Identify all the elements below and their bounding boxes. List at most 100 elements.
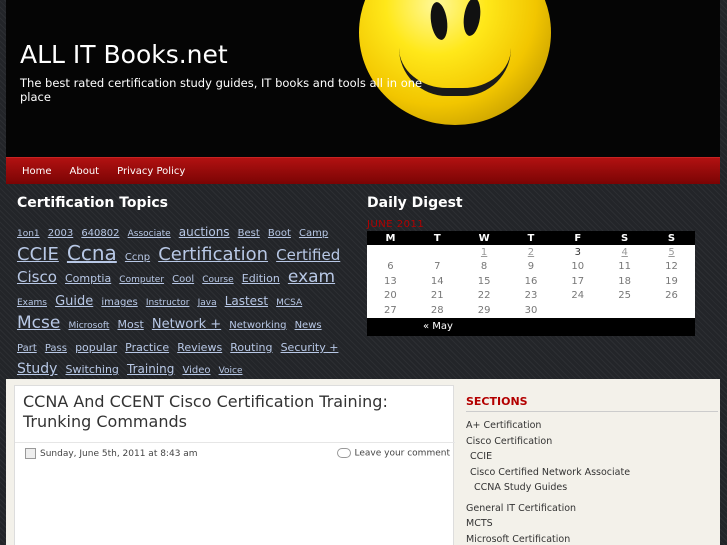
certification-topics-widget: Certification Topics 1on1 2003 640802 As… <box>17 195 352 381</box>
tag-link[interactable]: Mcse <box>17 313 60 333</box>
calendar-day <box>367 245 414 260</box>
sections-title: SECTIONS <box>466 395 718 412</box>
tag-link[interactable]: Pass <box>45 343 67 354</box>
tag-link[interactable]: Computer <box>119 275 164 285</box>
tag-link[interactable]: Boot <box>268 228 291 239</box>
sections-item[interactable]: MCTS <box>466 517 718 533</box>
calendar-day: 21 <box>413 288 461 303</box>
tag-link[interactable]: Certified <box>276 246 340 264</box>
tag-link[interactable]: Cool <box>172 274 194 285</box>
calendar-day: 10 <box>554 259 602 274</box>
calendar-day: 8 <box>460 259 508 274</box>
tag-link[interactable]: exam <box>288 267 335 287</box>
tag-link[interactable]: Associate <box>128 229 171 239</box>
sections-item[interactable]: General IT Certification <box>466 502 718 518</box>
tag-link[interactable]: Video <box>182 365 210 376</box>
nav-about[interactable]: About <box>70 166 100 177</box>
tag-link[interactable]: Ccna <box>67 241 117 265</box>
tag-link[interactable]: Voice <box>219 366 243 376</box>
tag-link[interactable]: Comptia <box>65 272 111 285</box>
sections-item[interactable]: CCIE <box>466 450 718 466</box>
calendar-day: 29 <box>460 303 508 318</box>
tag-link[interactable]: 2003 <box>48 228 73 239</box>
tag-link[interactable]: 1on1 <box>17 229 40 239</box>
calendar-day: 20 <box>367 288 414 303</box>
tag-link[interactable]: auctions <box>179 225 230 239</box>
calendar-day: 19 <box>648 274 695 289</box>
tag-link[interactable]: Training <box>127 362 174 376</box>
tag-link[interactable]: Edition <box>242 272 280 285</box>
tag-link[interactable]: Course <box>202 275 233 285</box>
calendar-day <box>601 303 649 318</box>
tag-link[interactable]: Camp <box>299 228 328 239</box>
tag-link[interactable]: Guide <box>55 294 93 309</box>
calendar-day[interactable]: 4 <box>601 245 649 260</box>
sections-item[interactable]: Cisco Certification <box>466 435 718 451</box>
calendar-table: MTWTFSS 1 2 3 4 5 6 7 8 9 10 11 12 13 14 15 16 17 18 19 20 2… <box>367 231 695 336</box>
tag-link[interactable]: images <box>101 297 137 308</box>
leave-comment-link[interactable]: Leave your comment <box>355 449 451 459</box>
post-title[interactable]: CCNA And CCENT Cisco Certification Train… <box>23 392 443 432</box>
sections-item[interactable]: Microsoft Certification <box>466 533 718 545</box>
tag-cloud: 1on1 2003 640802 Associate auctions Best… <box>17 221 352 381</box>
tag-link[interactable]: Most <box>118 318 144 331</box>
site-header: ALL IT Books.net The best rated certific… <box>6 0 720 157</box>
calendar-day: 22 <box>460 288 508 303</box>
tag-link[interactable]: Cisco <box>17 268 57 286</box>
tag-link[interactable]: Microsoft <box>68 321 109 331</box>
tag-link[interactable]: Routing <box>230 341 272 354</box>
calendar-day: 18 <box>601 274 649 289</box>
tag-link[interactable]: Exams <box>17 298 47 308</box>
calendar-day <box>413 245 461 260</box>
calendar-icon <box>25 448 36 459</box>
tag-link[interactable]: News <box>295 320 322 331</box>
sections-list: A+ Certification Cisco Certification CCIE C… <box>466 419 718 545</box>
calendar-day: 7 <box>413 259 461 274</box>
sections-item[interactable]: Cisco Certified Network Associate <box>466 466 718 482</box>
sections-sidebar: SECTIONS A+ Certification Cisco Certifica… <box>466 395 718 545</box>
calendar-day: 11 <box>601 259 649 274</box>
tag-link[interactable]: Instructor <box>146 298 190 308</box>
tag-link[interactable]: 640802 <box>81 228 119 239</box>
post: CCNA And CCENT Cisco Certification Train… <box>14 385 455 545</box>
calendar-day: 25 <box>601 288 649 303</box>
calendar-day <box>648 303 695 318</box>
calendar-day[interactable]: 1 <box>460 245 508 260</box>
tag-link[interactable]: popular <box>75 341 117 354</box>
nav-privacy-policy[interactable]: Privacy Policy <box>117 166 185 177</box>
site-title[interactable]: ALL IT Books.net <box>20 40 228 69</box>
tag-link[interactable]: Ccnp <box>125 252 150 263</box>
calendar-prev-month-link[interactable]: « May <box>423 321 453 332</box>
calendar-day: 13 <box>367 274 414 289</box>
tag-link[interactable]: Lastest <box>225 294 268 308</box>
tag-link[interactable]: MCSA <box>276 298 302 308</box>
tag-link[interactable]: CCIE <box>17 244 59 265</box>
calendar-day: 14 <box>413 274 461 289</box>
calendar-day: 26 <box>648 288 695 303</box>
calendar-day: 15 <box>460 274 508 289</box>
calendar-day[interactable]: 5 <box>648 245 695 260</box>
tag-link[interactable]: Java <box>198 298 217 308</box>
nav-home[interactable]: Home <box>22 166 52 177</box>
sections-item[interactable]: A+ Certification <box>466 419 718 435</box>
calendar-weekday: T <box>413 231 461 245</box>
tag-link[interactable]: Best <box>238 228 260 239</box>
tag-link[interactable]: Networking <box>229 320 286 331</box>
daily-digest-title: Daily Digest <box>367 195 463 211</box>
tag-link[interactable]: Practice <box>125 341 169 354</box>
tag-link[interactable]: Study <box>17 361 57 377</box>
calendar-weekday: S <box>601 231 649 245</box>
tag-link[interactable]: Part <box>17 343 37 354</box>
site-tagline: The best rated certification study guide… <box>20 76 423 104</box>
tag-link[interactable]: Security + <box>281 341 339 354</box>
calendar-weekday: F <box>554 231 602 245</box>
calendar-day[interactable]: 2 <box>507 245 555 260</box>
tag-link[interactable]: Switching <box>66 363 119 376</box>
sections-item[interactable]: CCNA Study Guides <box>466 481 718 497</box>
calendar-day: 27 <box>367 303 414 318</box>
tag-link[interactable]: Certification <box>158 244 268 265</box>
tag-link[interactable]: Reviews <box>177 341 222 354</box>
calendar-month: JUNE 2011 <box>367 219 425 230</box>
tag-link[interactable]: Network + <box>152 317 221 332</box>
comment-bubble-icon <box>336 448 351 458</box>
